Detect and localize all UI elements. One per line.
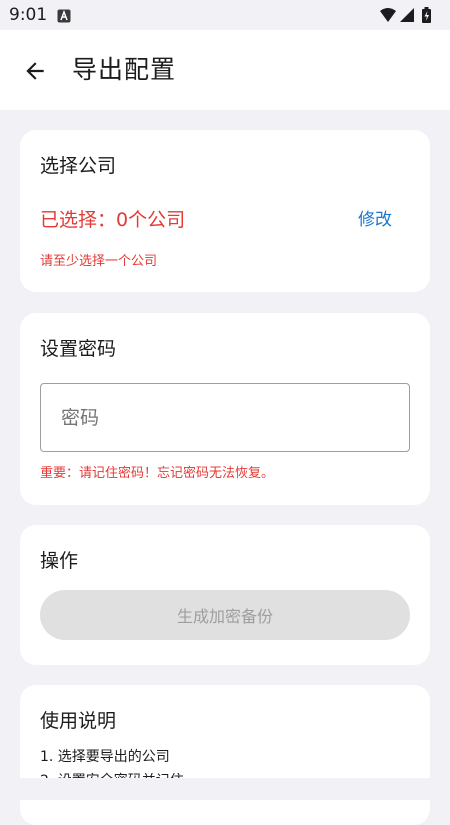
edit-companies-button[interactable]: 修改 (358, 208, 392, 232)
battery-charging-icon (422, 7, 431, 23)
a-badge-icon (57, 8, 71, 27)
usage-title: 使用说明 (40, 710, 117, 732)
operation-title: 操作 (40, 550, 79, 572)
status-time: 9:01 (9, 5, 48, 25)
bottom-background (0, 778, 450, 800)
signal-icon (400, 8, 414, 22)
back-button[interactable] (13, 49, 57, 93)
select-company-title: 选择公司 (40, 155, 117, 177)
usage-card: 使用说明 1. 选择要导出的公司 2. 设置安全密码并记住 (20, 685, 430, 825)
generate-backup-button[interactable]: 生成加密备份 (40, 590, 410, 640)
select-company-card: 选择公司 已选择：0个公司 修改 请至少选择一个公司 (20, 130, 430, 292)
password-title: 设置密码 (40, 338, 117, 360)
operation-card: 操作 生成加密备份 (20, 525, 430, 665)
app-bar: 导出配置 (0, 30, 450, 110)
password-warning: 重要：请记住密码！忘记密码无法恢复。 (40, 466, 275, 481)
password-card: 设置密码 重要：请记住密码！忘记密码无法恢复。 (20, 313, 430, 505)
password-input[interactable] (40, 383, 410, 452)
select-company-hint: 请至少选择一个公司 (40, 254, 158, 269)
status-icons (378, 6, 438, 28)
status-bar: 9:01 (0, 0, 450, 30)
arrow-left-icon (26, 62, 44, 80)
page-title: 导出配置 (72, 55, 177, 84)
selected-count-text: 已选择：0个公司 (40, 209, 186, 231)
usage-item: 1. 选择要导出的公司 (40, 749, 170, 765)
wifi-icon (380, 8, 396, 22)
